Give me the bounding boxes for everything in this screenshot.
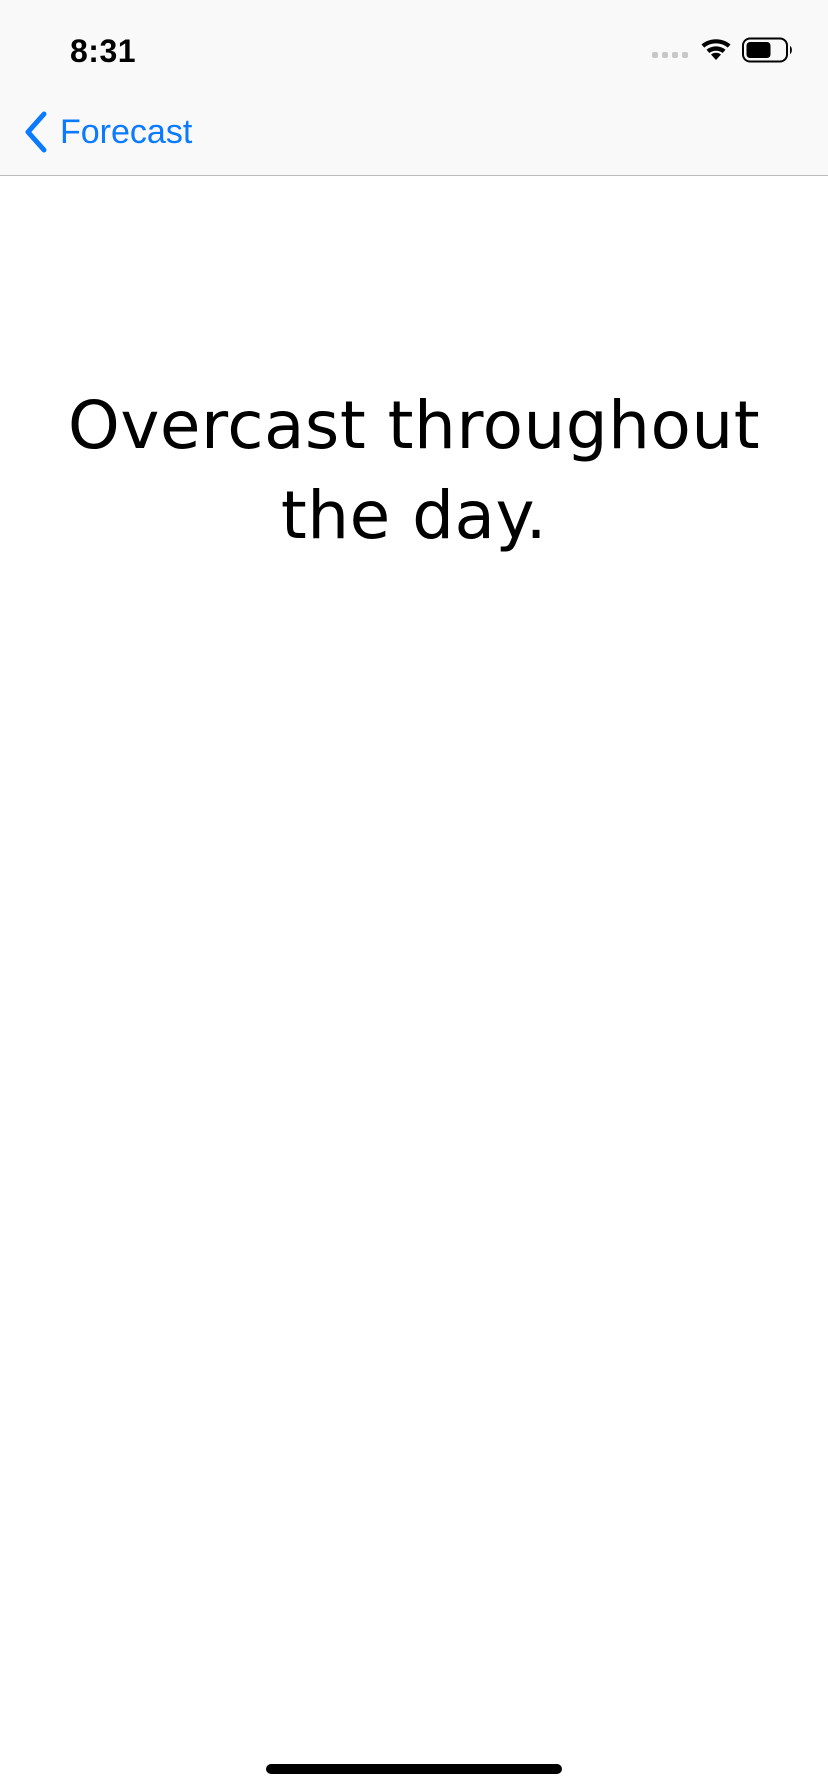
signal-dot	[672, 52, 678, 58]
back-button[interactable]: Forecast	[22, 108, 192, 156]
status-bar: 8:31	[0, 0, 828, 100]
wifi-icon	[701, 39, 731, 60]
signal-dot	[652, 52, 658, 58]
signal-dot	[682, 52, 688, 58]
forecast-summary-text: Overcast throughout the day.	[67, 387, 761, 554]
status-time: 8:31	[70, 33, 137, 69]
navigation-bar: Forecast	[0, 100, 828, 176]
forecast-detail-content: Overcast throughout the day.	[0, 177, 828, 1792]
cellular-signal-icon	[652, 52, 688, 58]
back-button-label: Forecast	[60, 113, 193, 151]
chevron-left-icon	[25, 111, 47, 153]
home-indicator[interactable]	[266, 1764, 562, 1774]
signal-dot	[662, 52, 668, 58]
top-bar-area: 8:31 Forecast	[0, 0, 828, 176]
battery-icon	[742, 37, 792, 63]
